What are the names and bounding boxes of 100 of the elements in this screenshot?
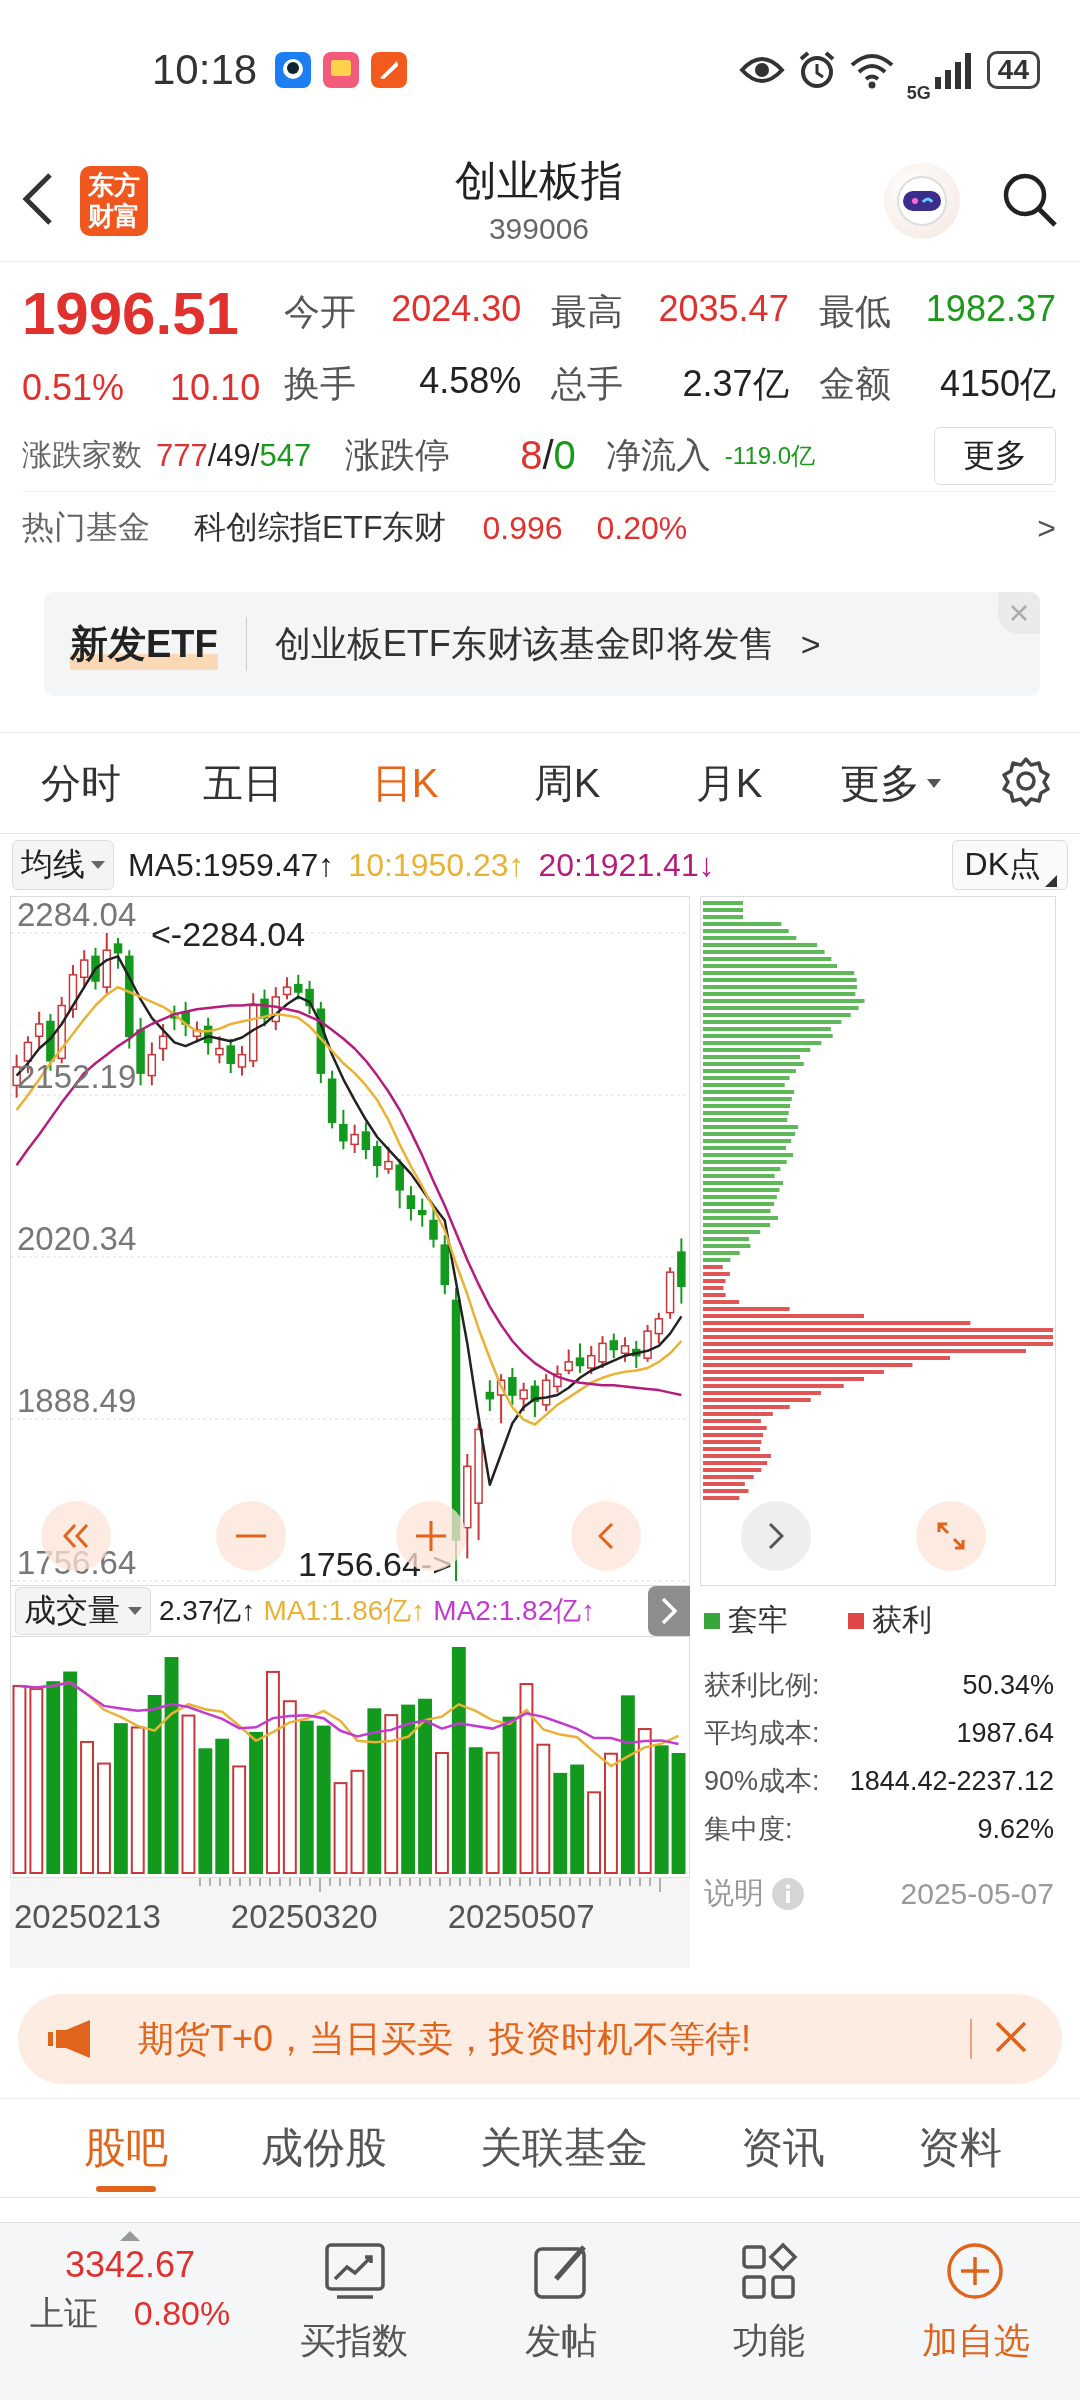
toolbar-action[interactable]: 发帖 [457,2231,665,2400]
candlestick [553,1364,562,1394]
more-button[interactable]: 更多 [934,426,1056,485]
candlestick [260,988,269,1028]
fund-change: 0.20% [596,509,688,547]
close-button[interactable] [998,592,1040,634]
moving-average-value: MA2:1.82亿↑ [433,1594,596,1628]
stat-label: 今开 [284,289,356,334]
index-price: 1996.51 [22,279,240,349]
stat-value: 50.34% [962,1669,1054,1702]
moving-average-value: MA1:1.86亿↑ [263,1594,426,1628]
stat-label: 最低 [818,289,891,334]
axis-label: 1888.49 [17,1384,137,1417]
fund-price: 0.996 [482,509,563,547]
ticker-value: 3342.67 [64,2243,196,2287]
period-tab[interactable]: 五日 [162,755,324,811]
index-code: 399006 [487,210,591,247]
candlestick [237,1045,247,1077]
candlestick [170,1004,179,1032]
indicator-dropdown[interactable]: 均线 [12,840,114,890]
stat-label: 最高 [551,289,624,334]
candlestick [384,1145,393,1175]
settings-icon [1000,755,1052,807]
wifi-icon [848,51,895,89]
indicator-dropdown[interactable]: 成交量 [15,1587,151,1635]
dk-point-button[interactable]: DK点 [951,840,1068,890]
chevron-link[interactable]: > [800,624,821,664]
index-ticker[interactable]: 3342.67 上证 0.80% [0,2231,250,2400]
candlestick [294,973,303,1001]
candlestick [564,1348,573,1376]
axis-label: 2020.34 [17,1222,137,1255]
inflow-label: 净流入 [605,434,711,476]
candlestick [339,1109,348,1151]
candlestick [609,1332,618,1360]
app-icon [275,52,312,88]
stat-value: 4.58% [419,359,522,403]
data-date: 2025-05-07 [900,1876,1054,1911]
robot-icon [895,173,949,228]
candlestick [575,1342,585,1374]
expand-panel-button[interactable] [648,1586,690,1636]
period-tab[interactable]: 月K [648,755,810,811]
count-values: 777/49/547 [156,437,312,474]
breadth-label: 涨跌家数 [22,437,142,473]
stat-label: 获利比例: [704,1669,820,1702]
toolbar-action[interactable]: 功能 [665,2231,873,2400]
candlestick [226,1037,235,1075]
chevron-link[interactable]: > [1037,509,1056,547]
caret-up-icon [120,2231,140,2241]
content-tab[interactable]: 关联基金 [480,2098,648,2198]
period-tab[interactable]: 周K [486,755,648,811]
candlestick [34,1010,44,1050]
more-menu-tab[interactable]: 更多 [810,755,972,811]
candlestick [418,1197,427,1228]
candlestick [80,949,89,989]
stat-value: 2035.47 [658,287,789,331]
content-tab[interactable]: 股吧 [84,2098,168,2198]
stat-value: 2.37亿 [682,361,789,406]
promo-text[interactable]: 创业板ETF东财该基金即将发售 [274,619,775,669]
axis-label: 2284.04 [17,898,137,931]
change-percent: 0.51% [22,366,125,410]
stat-value: 2024.30 [391,287,522,331]
content-tab[interactable]: 成份股 [261,2098,387,2198]
candlestick [327,1069,337,1130]
toolbar-action[interactable]: 买指数 [250,2231,458,2400]
volume-value: 2.37亿↑ [159,1594,256,1628]
legend-label: 套牢 [728,1602,788,1638]
candlestick [541,1373,551,1412]
date-label: 20250213 [14,1898,161,1936]
chevron-right-icon [661,1598,677,1624]
app-logo: 东方 财富 [80,165,148,236]
period-tab[interactable]: 分时 [0,755,162,811]
count-values: 8/0 [520,433,576,478]
candlestick [57,995,66,1065]
stat-label: 金额 [818,361,891,406]
network-type: 5G [906,84,931,102]
content-tab[interactable]: 资料 [918,2098,1002,2198]
stat-value: 1987.64 [956,1717,1054,1750]
candlestick [620,1336,630,1363]
stat-value: 1844.42-2237.12 [849,1765,1054,1798]
candlestick [406,1185,416,1222]
ticker-change: 0.80% [133,2293,231,2334]
candlestick [91,946,100,991]
candlestick [632,1339,641,1369]
limit-label: 涨跌停 [345,434,451,476]
candlestick [68,964,78,1019]
chevron-left-icon [598,1523,614,1549]
close-icon [1010,604,1028,622]
fund-name[interactable]: 科创综指ETF东财 [194,506,447,550]
candlestick [677,1237,686,1305]
candlestick [305,979,314,1016]
clock-time: 10:18 [152,46,258,94]
candlestick [530,1379,540,1419]
expand-icon [937,1522,965,1550]
date-label: 20250507 [447,1898,595,1936]
candlestick [215,1035,224,1065]
content-tab[interactable]: 资讯 [741,2098,825,2198]
info-icon [772,1877,804,1910]
candlestick [598,1335,607,1369]
moving-average-value: MA5:1959.47↑ [128,846,335,884]
stat-value: 1982.37 [925,287,1056,331]
